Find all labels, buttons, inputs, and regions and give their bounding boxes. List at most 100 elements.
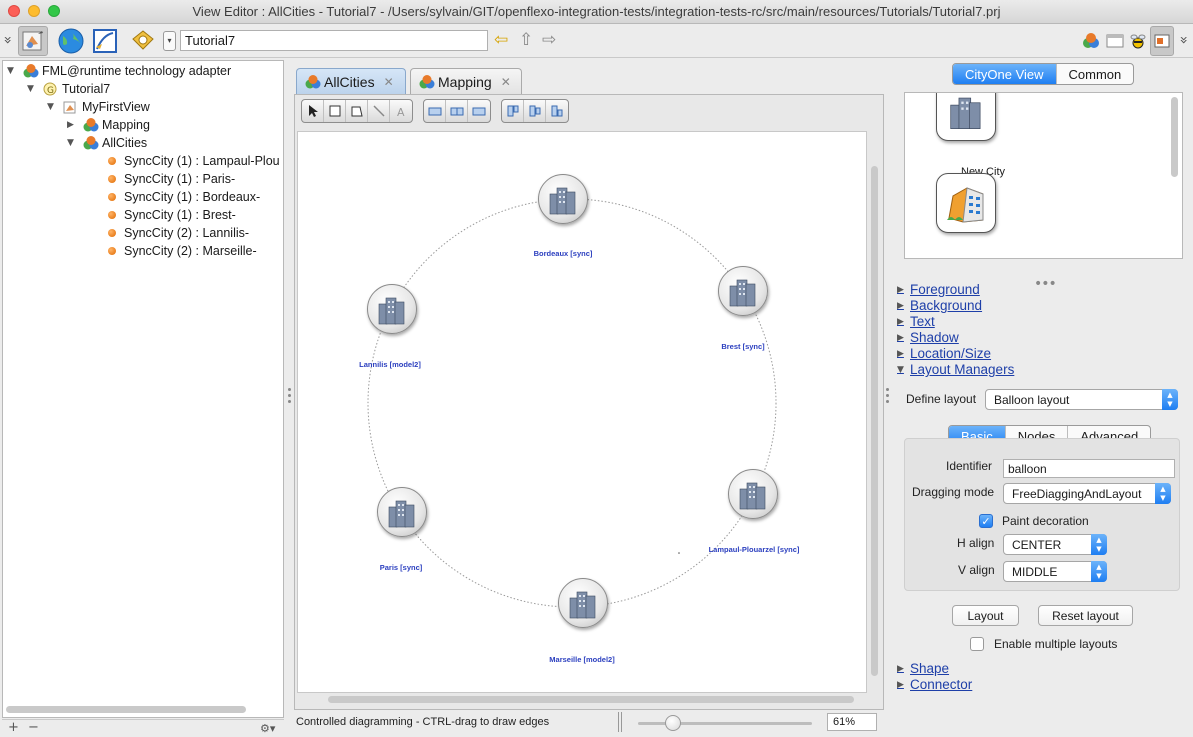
section-location-size[interactable]: ▶ Location/Size: [897, 346, 991, 361]
expand-triangle-icon[interactable]: ▼: [67, 138, 77, 148]
city-label-paris[interactable]: Paris [sync]: [380, 563, 423, 572]
h-align-select[interactable]: CENTER ▲ ▼: [1003, 534, 1107, 555]
expand-triangle-icon[interactable]: ▼: [27, 84, 37, 94]
globe-icon[interactable]: [56, 26, 86, 56]
city-node-marseille[interactable]: [558, 578, 608, 628]
city-label-lannilis[interactable]: Lannilis [model2]: [359, 360, 421, 369]
bee-icon[interactable]: [1127, 26, 1149, 56]
section-label: Foreground: [910, 282, 980, 297]
collapsed-triangle-icon: ▶: [897, 316, 904, 327]
section-foreground[interactable]: ▶ Foreground: [897, 282, 980, 297]
align-middle-icon[interactable]: [524, 100, 546, 122]
section-shape[interactable]: ▶ Shape: [897, 661, 949, 676]
section-background[interactable]: ▶ Background: [897, 298, 982, 313]
tab-cityone-view[interactable]: CityOne View: [953, 64, 1057, 84]
align-left-icon[interactable]: [424, 100, 446, 122]
tab-common[interactable]: Common: [1057, 64, 1134, 84]
dragging-mode-select[interactable]: FreeDiaggingAndLayout ▲ ▼: [1003, 483, 1171, 504]
tree-item-synccity[interactable]: SyncCity (2) : Lannilis-: [108, 224, 249, 242]
define-layout-select[interactable]: Balloon layout ▲ ▼: [985, 389, 1178, 410]
canvas-horizontal-scrollbar[interactable]: [328, 696, 854, 703]
tree-node-project[interactable]: ▼ G Tutorial7: [27, 80, 110, 98]
city-label-brest[interactable]: Brest [sync]: [721, 342, 764, 351]
tree-node-mapping[interactable]: ▶ Mapping: [67, 116, 150, 134]
layout-button[interactable]: Layout: [952, 605, 1019, 626]
tree-item-synccity[interactable]: SyncCity (2) : Marseille-: [108, 242, 257, 260]
section-text[interactable]: ▶ Text: [897, 314, 935, 329]
collapsed-triangle-icon: ▶: [897, 284, 904, 295]
tree-node-view[interactable]: ▼ MyFirstView: [47, 98, 150, 116]
reset-layout-button[interactable]: Reset layout: [1038, 605, 1133, 626]
city-node-bordeaux[interactable]: [538, 174, 588, 224]
view-name-field[interactable]: Tutorial7: [180, 30, 488, 51]
diagram-canvas[interactable]: Bordeaux [sync] Brest [sync] Lampaul-Plo…: [297, 131, 867, 693]
tab-mapping[interactable]: Mapping ✕: [410, 68, 522, 94]
section-layout-managers[interactable]: ▼ Layout Managers: [897, 362, 1014, 377]
drawing-icon[interactable]: [90, 26, 120, 56]
connector-tool-icon[interactable]: [368, 100, 390, 122]
tree-item-label: SyncCity (1) : Brest-: [124, 208, 236, 222]
city-node-brest[interactable]: [718, 266, 768, 316]
view-dropdown-button[interactable]: ▾: [163, 31, 176, 51]
tree-item-synccity[interactable]: SyncCity (1) : Paris-: [108, 170, 235, 188]
collapse-left-icon[interactable]: »: [0, 36, 15, 45]
align-bottom-icon[interactable]: [546, 100, 568, 122]
add-button[interactable]: +: [8, 720, 19, 735]
shape-tool-icon[interactable]: [346, 100, 368, 122]
tree-item-synccity[interactable]: SyncCity (1) : Brest-: [108, 206, 236, 224]
forward-arrow-icon[interactable]: ⇨: [542, 30, 556, 50]
section-shadow[interactable]: ▶ Shadow: [897, 330, 959, 345]
v-align-select[interactable]: MIDDLE ▲ ▼: [1003, 561, 1107, 582]
tree-horizontal-scrollbar[interactable]: [6, 706, 246, 713]
tree-node-allcities[interactable]: ▼ AllCities: [67, 134, 147, 152]
zoom-slider-knob[interactable]: [664, 715, 681, 731]
city-node-paris[interactable]: [377, 487, 427, 537]
module-icon[interactable]: [128, 26, 158, 56]
rectangle-tool-icon[interactable]: [324, 100, 346, 122]
paint-decoration-checkbox[interactable]: ✓: [979, 514, 993, 528]
window-icon[interactable]: [1104, 26, 1126, 56]
settings-gear-icon[interactable]: ⚙▾: [260, 722, 275, 735]
collapsed-triangle-icon: ▶: [897, 300, 904, 311]
select-arrow-icon[interactable]: [302, 100, 324, 122]
fml-icon[interactable]: [1080, 26, 1102, 56]
city-label-bordeaux[interactable]: Bordeaux [sync]: [534, 249, 593, 258]
palette-vertical-scrollbar[interactable]: [1171, 97, 1178, 177]
up-arrow-icon[interactable]: ⇧: [519, 30, 533, 50]
tab-allcities[interactable]: AllCities ✕: [296, 68, 406, 94]
tree-item-synccity[interactable]: SyncCity (1) : Bordeaux-: [108, 188, 260, 206]
identifier-field[interactable]: balloon: [1003, 459, 1175, 478]
diagram-editor-icon[interactable]: [18, 26, 48, 56]
text-tool-icon[interactable]: A: [390, 100, 412, 122]
collapsed-triangle-icon: ▶: [897, 332, 904, 343]
city-node-lampaul[interactable]: [728, 469, 778, 519]
zoom-field[interactable]: 61%: [827, 713, 877, 731]
right-splitter-handle[interactable]: [886, 388, 890, 406]
back-arrow-icon[interactable]: ⇦: [494, 30, 508, 50]
zoom-slider[interactable]: [638, 715, 812, 731]
define-layout-label: Define layout: [906, 392, 977, 406]
expand-triangle-icon[interactable]: ▼: [7, 66, 17, 76]
city-node-lannilis[interactable]: [367, 284, 417, 334]
palette-new-city-item[interactable]: [936, 173, 996, 233]
city-label-lampaul[interactable]: Lampaul-Plouarzel [sync]: [709, 545, 800, 554]
tree-item-synccity[interactable]: SyncCity (1) : Lampaul-Plou: [108, 152, 280, 170]
align-center-icon[interactable]: [446, 100, 468, 122]
align-top-icon[interactable]: [502, 100, 524, 122]
collapse-right-icon[interactable]: »: [1175, 36, 1191, 45]
section-connector[interactable]: ▶ Connector: [897, 677, 972, 692]
collapsed-triangle-icon[interactable]: ▶: [67, 120, 77, 130]
left-splitter-handle[interactable]: [288, 388, 292, 406]
align-right-icon[interactable]: [468, 100, 490, 122]
expand-triangle-icon[interactable]: ▼: [47, 102, 57, 112]
inspector-icon[interactable]: [1150, 26, 1174, 56]
enable-multiple-layouts-checkbox[interactable]: [970, 637, 984, 651]
tree-node-root[interactable]: ▼ FML@runtime technology adapter: [7, 62, 231, 80]
palette-resize-handle[interactable]: •••: [1034, 276, 1057, 292]
city-label-marseille[interactable]: Marseille [model2]: [549, 655, 614, 664]
remove-button[interactable]: −: [28, 720, 39, 735]
palette-building-item[interactable]: [936, 93, 996, 141]
close-tab-icon[interactable]: ✕: [384, 75, 394, 89]
canvas-vertical-scrollbar[interactable]: [871, 166, 878, 676]
close-tab-icon[interactable]: ✕: [501, 75, 511, 89]
